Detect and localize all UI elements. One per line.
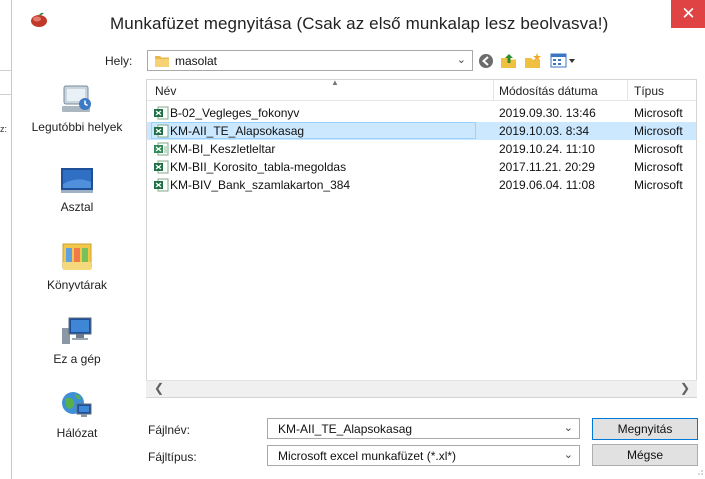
place-label: Ez a gép [53, 352, 101, 366]
place-desktop[interactable]: Asztal [12, 166, 142, 214]
filetype-value: Microsoft excel munkafüzet (*.xl*) [278, 449, 457, 463]
filetype-select[interactable]: Microsoft excel munkafüzet (*.xl*) ⌄ [267, 445, 580, 466]
up-folder-icon[interactable] [500, 52, 518, 70]
place-network[interactable]: Hálózat [12, 388, 142, 440]
dialog-title: Munkafüzet megnyitása (Csak az első munk… [110, 14, 609, 33]
file-row[interactable]: KM-BI_Keszletleltar 2019.10.24. 11:10 Mi… [147, 140, 696, 158]
column-header-modified[interactable]: Módosítás dátuma [499, 84, 598, 98]
recent-places-icon [62, 85, 91, 112]
file-modified: 2017.11.21. 20:29 [499, 160, 595, 174]
filetype-label: Fájltípus: [148, 450, 197, 464]
place-label: Hálózat [56, 426, 98, 440]
file-name: KM-BI_Keszletleltar [170, 142, 276, 156]
file-list[interactable]: ▲ Név Módosítás dátuma Típus B-02_Vegleg… [146, 79, 697, 398]
place-libraries[interactable]: Könyvtárak [12, 240, 142, 292]
excel-file-icon [154, 106, 169, 120]
file-row[interactable]: KM-BIV_Bank_szamlakarton_384 2019.06.04.… [147, 176, 696, 194]
scroll-left-icon[interactable]: ❮ [154, 381, 164, 395]
file-modified: 2019.10.03. 8:34 [499, 124, 590, 138]
title-bar: Munkafüzet megnyitása (Csak az első munk… [12, 0, 705, 44]
location-value: masolat [175, 54, 218, 68]
close-button[interactable]: ✕ [671, 0, 705, 28]
file-row-selected[interactable]: KM-AII_TE_Alapsokasag 2019.10.03. 8:34 M… [147, 122, 696, 140]
column-separator[interactable] [627, 80, 628, 100]
view-menu-icon[interactable] [550, 53, 576, 69]
location-combobox[interactable]: masolat ⌄ [147, 50, 473, 71]
excel-template-file-icon [154, 142, 169, 156]
scroll-right-icon[interactable]: ❯ [680, 381, 690, 395]
computer-icon [62, 317, 92, 344]
file-name: KM-BIV_Bank_szamlakarton_384 [170, 178, 351, 192]
file-name: B-02_Vegleges_fokonyv [170, 106, 300, 120]
open-workbook-dialog: Munkafüzet megnyitása (Csak az első munk… [11, 0, 705, 479]
file-modified: 2019.06.04. 11:08 [499, 178, 595, 192]
file-type: Microsoft [634, 124, 683, 138]
file-row[interactable]: KM-BII_Korosito_tabla-megoldas 2017.11.2… [147, 158, 696, 176]
file-modified: 2019.09.30. 13:46 [499, 106, 596, 120]
navigation-toolbar [478, 52, 578, 70]
filename-label: Fájlnév: [148, 423, 191, 437]
places-bar: Legutóbbi helyek Asztal Könyvtárak Ez a … [12, 78, 142, 454]
place-label: Asztal [60, 200, 94, 214]
file-list-header: ▲ Név Módosítás dátuma Típus [147, 79, 696, 101]
excel-file-icon [154, 178, 169, 192]
place-label: Könyvtárak [46, 278, 108, 292]
chevron-down-icon[interactable]: ⌄ [457, 53, 466, 66]
file-row[interactable]: B-02_Vegleges_fokonyv 2019.09.30. 13:46 … [147, 104, 696, 122]
chevron-down-icon[interactable]: ⌄ [564, 448, 573, 461]
excel-file-icon [154, 160, 169, 174]
cancel-button[interactable]: Mégse [592, 444, 698, 466]
file-type: Microsoft [634, 178, 683, 192]
file-name: KM-AII_TE_Alapsokasag [170, 124, 305, 138]
place-recent[interactable]: Legutóbbi helyek [12, 82, 142, 134]
column-header-type[interactable]: Típus [634, 84, 664, 98]
desktop-icon [61, 168, 93, 193]
app-icon [31, 12, 47, 27]
location-label: Hely: [105, 54, 133, 68]
file-type: Microsoft [634, 142, 683, 156]
file-type: Microsoft [634, 106, 683, 120]
libraries-icon [62, 243, 92, 270]
file-type: Microsoft [634, 160, 683, 174]
filename-combobox[interactable]: KM-AII_TE_Alapsokasag ⌄ [267, 418, 580, 439]
place-this-pc[interactable]: Ez a gép [12, 314, 142, 366]
column-header-name[interactable]: Név [155, 84, 176, 98]
place-label: Legutóbbi helyek [31, 120, 123, 134]
chevron-down-icon[interactable]: ⌄ [564, 421, 573, 434]
resize-grip-icon[interactable] [695, 467, 704, 476]
file-name: KM-BII_Korosito_tabla-megoldas [170, 160, 347, 174]
horizontal-scrollbar[interactable]: ❮ ❯ [146, 380, 697, 397]
close-icon[interactable]: ✕ [681, 4, 695, 23]
new-folder-icon[interactable] [524, 53, 542, 69]
folder-icon [155, 56, 169, 67]
column-separator[interactable] [493, 80, 494, 100]
open-button[interactable]: Megnyitás [592, 418, 698, 440]
network-icon [62, 392, 92, 417]
file-modified: 2019.10.24. 11:10 [499, 142, 595, 156]
excel-file-icon [154, 124, 169, 138]
sort-ascending-icon: ▲ [331, 79, 339, 87]
background-text: z: [0, 124, 8, 134]
back-icon[interactable] [478, 53, 494, 69]
filename-value[interactable]: KM-AII_TE_Alapsokasag [278, 422, 412, 436]
